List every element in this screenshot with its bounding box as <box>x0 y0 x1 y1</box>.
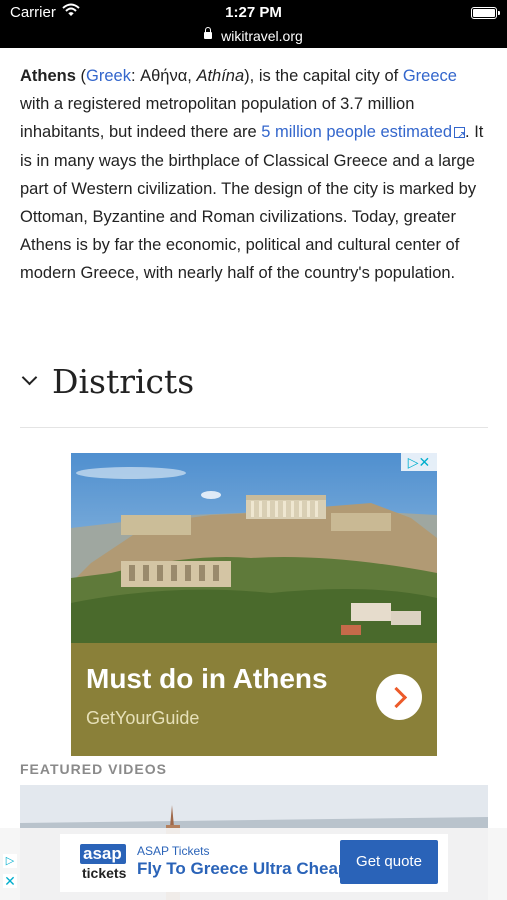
greece-link[interactable]: Greece <box>403 67 457 85</box>
asap-tickets-logo: asap tickets <box>80 844 126 884</box>
intro-text-5: . It is in many ways the birthplace of C… <box>20 123 484 283</box>
chevron-down-icon[interactable] <box>21 369 38 386</box>
greek-link[interactable]: Greek <box>86 67 131 85</box>
estimate-link-text[interactable]: 5 million people estimated <box>261 123 452 141</box>
intro-text-3: ), is the capital city of <box>244 67 403 85</box>
adchoices-icon[interactable]: ▷✕ <box>401 453 437 471</box>
get-quote-button[interactable]: Get quote <box>340 840 438 884</box>
estimate-link[interactable]: 5 million people estimated <box>261 122 465 151</box>
districts-title: Districts <box>52 362 195 401</box>
bottom-banner-ad[interactable]: ▷ ✕ asap tickets ASAP Tickets Fly To Gre… <box>0 828 507 900</box>
status-bar: Carrier 1:27 PM <box>0 0 507 26</box>
lock-icon <box>204 27 213 39</box>
getyourguide-ad[interactable]: ▷✕ Must do in Athens GetYourGuide <box>71 453 437 756</box>
url-text[interactable]: wikitravel.org <box>221 28 303 44</box>
external-link-icon <box>454 122 465 151</box>
intro-text-1: ( <box>75 67 87 85</box>
featured-videos-label: FEATURED VIDEOS <box>20 761 167 777</box>
adchoices-icon[interactable]: ▷ <box>3 854 17 868</box>
battery-icon <box>471 7 500 19</box>
clock: 1:27 PM <box>225 4 282 21</box>
banner-headline[interactable]: Fly To Greece Ultra Cheap <box>137 859 348 879</box>
chevron-right-icon[interactable] <box>376 674 422 720</box>
banner-advertiser: ASAP Tickets <box>137 844 210 858</box>
article-subject: Athens <box>20 67 76 85</box>
ad-source: GetYourGuide <box>86 708 200 728</box>
districts-section-header[interactable]: Districts <box>20 362 488 428</box>
intro-text-2: : Αθήνα, <box>130 67 197 85</box>
athina-text: Athína <box>196 67 245 85</box>
ad-title[interactable]: Must do in Athens <box>86 663 328 695</box>
logo-tickets-text: tickets <box>82 865 127 881</box>
address-bar[interactable]: wikitravel.org <box>0 26 507 48</box>
close-icon[interactable]: ✕ <box>3 874 17 888</box>
article-intro: Athens (Greek: Αθήνα, Athína), is the ca… <box>20 62 488 288</box>
acropolis-photo <box>71 453 437 643</box>
logo-asap-text: asap <box>80 844 126 864</box>
